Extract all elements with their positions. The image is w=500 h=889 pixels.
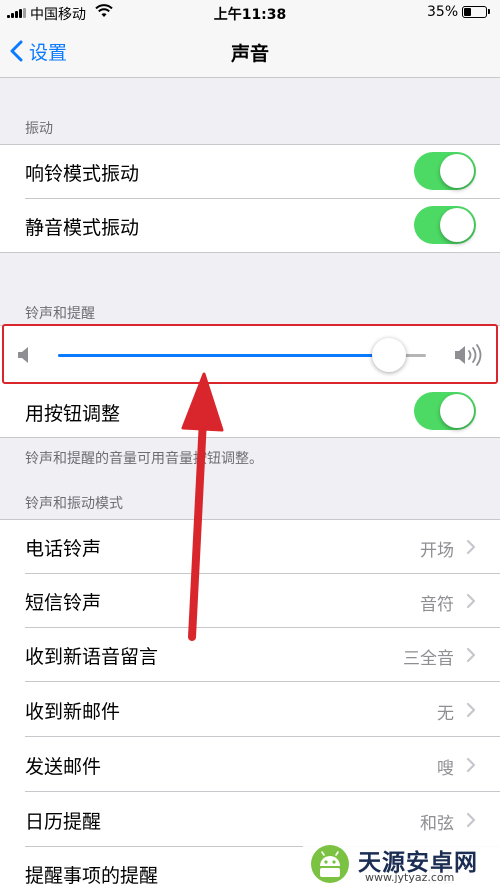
new-mail-value: 无 <box>437 704 454 724</box>
sent-mail-value: 嗖 <box>437 759 454 779</box>
reminder-alerts-label: 提醒事项的提醒 <box>25 865 159 887</box>
chevron-right-icon <box>466 702 476 718</box>
chevron-right-icon <box>466 812 476 828</box>
toggle-knob <box>440 208 474 242</box>
patterns-group: 电话铃声 开场 短信铃声 音符 收到新语音留言 三全音 收到新邮件 无 发送邮件… <box>0 519 500 889</box>
chevron-right-icon <box>466 757 476 773</box>
section-header-ringer: 铃声和提醒 <box>25 306 95 322</box>
page-title: 声音 <box>230 43 269 65</box>
silent-vibrate-toggle[interactable] <box>414 206 476 244</box>
sent-mail-label: 发送邮件 <box>25 756 102 778</box>
row-change-with-buttons: 用按钮调整 <box>0 385 500 439</box>
text-tone-label: 短信铃声 <box>25 592 102 614</box>
chevron-right-icon <box>466 539 476 555</box>
ringer-footer-text: 铃声和提醒的音量可用音量按钮调整。 <box>25 451 263 467</box>
row-silent-vibrate: 静音模式振动 <box>0 199 500 253</box>
status-bar: 中国移动 上午11:38 35% <box>0 0 500 26</box>
row-new-voicemail[interactable]: 收到新语音留言 三全音 <box>0 628 500 682</box>
clock: 上午11:38 <box>213 7 287 23</box>
vibrate-group: 响铃模式振动 静音模式振动 <box>0 144 500 253</box>
chevron-right-icon <box>466 647 476 663</box>
text-tone-value: 音符 <box>420 595 454 615</box>
row-sent-mail[interactable]: 发送邮件 嗖 <box>0 738 500 792</box>
watermark: 天源安卓网 www.jytyaz.com <box>303 838 500 889</box>
separator <box>25 791 500 792</box>
section-header-vibrate: 振动 <box>25 121 53 137</box>
android-logo-icon <box>311 845 349 883</box>
navigation-bar: 设置 声音 <box>0 26 500 78</box>
separator <box>25 736 500 737</box>
silent-vibrate-label: 静音模式振动 <box>25 217 140 239</box>
chevron-right-icon <box>466 593 476 609</box>
new-mail-label: 收到新邮件 <box>25 701 121 723</box>
separator <box>25 681 500 682</box>
row-ringtone[interactable]: 电话铃声 开场 <box>0 520 500 574</box>
new-voicemail-value: 三全音 <box>403 649 454 669</box>
toggle-knob <box>440 154 474 188</box>
row-ring-vibrate: 响铃模式振动 <box>0 145 500 199</box>
annotation-highlight-box <box>2 324 498 384</box>
ring-vibrate-toggle[interactable] <box>414 152 476 190</box>
calendar-alerts-label: 日历提醒 <box>25 811 102 833</box>
battery-icon <box>462 6 487 18</box>
section-header-patterns: 铃声和振动模式 <box>25 496 123 512</box>
battery-percent: 35% <box>427 4 459 20</box>
toggle-knob <box>440 394 474 428</box>
battery-tip <box>488 9 490 14</box>
watermark-url: www.jytyaz.com <box>365 871 455 884</box>
row-new-mail[interactable]: 收到新邮件 无 <box>0 683 500 737</box>
ring-vibrate-label: 响铃模式振动 <box>25 163 140 185</box>
row-text-tone[interactable]: 短信铃声 音符 <box>0 574 500 628</box>
ringtone-label: 电话铃声 <box>25 538 102 560</box>
change-with-buttons-toggle[interactable] <box>414 392 476 430</box>
ringtone-value: 开场 <box>420 541 454 561</box>
change-with-buttons-label: 用按钮调整 <box>25 403 121 425</box>
calendar-alerts-value: 和弦 <box>420 814 454 834</box>
new-voicemail-label: 收到新语音留言 <box>25 646 159 668</box>
